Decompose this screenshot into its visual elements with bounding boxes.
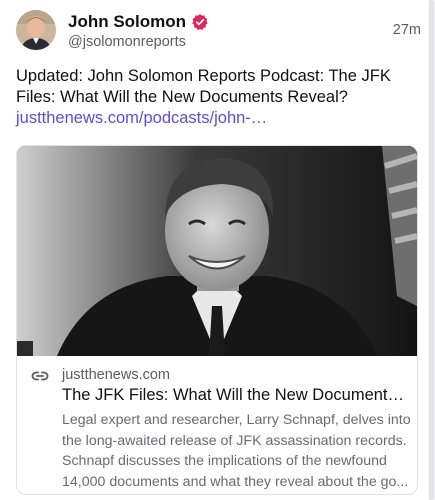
card-description: Legal expert and researcher, Larry Schna… <box>62 410 412 492</box>
card-domain: justthenews.com <box>62 367 170 383</box>
post-text-line: Files: What Will the New Documents Revea… <box>16 88 348 106</box>
card-description-line: Legal expert and researcher, Larry Schna… <box>62 412 411 428</box>
post-card[interactable]: John Solomon @jsolomonreports 27m Update… <box>0 0 435 500</box>
verified-badge-icon <box>191 13 209 31</box>
portrait-photo[interactable] <box>17 146 417 356</box>
post-text-line: Updated: John Solomon Reports Podcast: T… <box>16 67 391 85</box>
link-icon <box>31 369 49 383</box>
link-preview-card[interactable]: justthenews.com The JFK Files: What Will… <box>16 145 418 495</box>
card-body[interactable]: justthenews.com The JFK Files: What Will… <box>17 356 417 494</box>
card-description-line: the long-awaited release of JFK assassin… <box>62 432 407 449</box>
post-text: Updated: John Solomon Reports Podcast: T… <box>16 66 414 129</box>
name-row: John Solomon <box>68 11 209 33</box>
scrollbar-track[interactable] <box>428 0 435 500</box>
card-title[interactable]: The JFK Files: What Will the New Documen… <box>62 386 410 405</box>
card-description-line: Schnapf discusses the implications of th… <box>62 453 387 469</box>
display-name[interactable]: John Solomon <box>68 12 186 32</box>
scrollbar-thumb[interactable] <box>429 0 434 500</box>
post-link[interactable]: justthenews.com/podcasts/john-… <box>16 108 414 129</box>
post-header: John Solomon @jsolomonreports 27m <box>16 10 421 54</box>
author-handle[interactable]: @jsolomonreports <box>68 34 186 50</box>
post-timestamp[interactable]: 27m <box>393 22 421 38</box>
avatar[interactable] <box>16 10 56 50</box>
card-description-line: 14,000 documents and what they reveal ab… <box>62 473 409 490</box>
